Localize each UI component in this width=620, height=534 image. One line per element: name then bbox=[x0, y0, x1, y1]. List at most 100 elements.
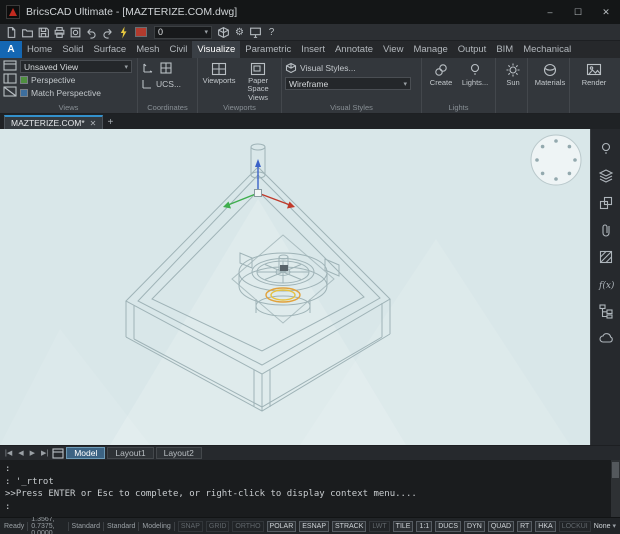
tab-annotate[interactable]: Annotate bbox=[330, 41, 378, 58]
close-icon[interactable]: ✕ bbox=[90, 119, 97, 128]
status-annotation-scale[interactable]: Standard bbox=[107, 523, 135, 530]
status-toggle[interactable]: LOCKUI bbox=[558, 520, 591, 532]
tab-mesh[interactable]: Mesh bbox=[131, 41, 164, 58]
viewport-watermark bbox=[0, 199, 570, 445]
tab-visualize[interactable]: Visualize bbox=[192, 41, 241, 58]
tab-civil[interactable]: Civil bbox=[164, 41, 192, 58]
perspective-toggle[interactable]: Perspective bbox=[20, 74, 132, 86]
status-coordinates[interactable]: 1.3567, 0.7375, 0.0000 bbox=[31, 516, 64, 534]
color-swatch[interactable] bbox=[135, 27, 147, 37]
main-area: f(x) bbox=[0, 129, 620, 445]
hatch-icon[interactable] bbox=[598, 249, 614, 265]
group-label-coordinates: Coordinates bbox=[147, 103, 188, 112]
minimize-button[interactable]: – bbox=[536, 0, 564, 24]
view-select[interactable]: Unsaved View ▾ bbox=[20, 60, 132, 73]
status-toggle[interactable]: ORTHO bbox=[232, 520, 264, 532]
ucs-world-icon[interactable] bbox=[141, 61, 155, 75]
document-tab-active[interactable]: MAZTERIZE.COM* ✕ bbox=[4, 115, 104, 129]
layout-list-icon[interactable] bbox=[52, 447, 64, 459]
layout-tab-layout1[interactable]: Layout1 bbox=[107, 447, 154, 459]
close-button[interactable]: ✕ bbox=[592, 0, 620, 24]
command-input-line[interactable]: : bbox=[5, 501, 606, 514]
new-document-tab-button[interactable]: + bbox=[103, 116, 117, 129]
status-toggle[interactable]: LWT bbox=[369, 520, 390, 532]
cube-icon[interactable] bbox=[217, 26, 230, 39]
paperclip-icon[interactable] bbox=[598, 222, 614, 238]
lightning-icon[interactable] bbox=[117, 26, 130, 39]
match-perspective-toggle[interactable]: Match Perspective bbox=[20, 87, 132, 99]
first-layout-button[interactable]: |◀ bbox=[3, 449, 14, 457]
model-viewport[interactable] bbox=[0, 129, 590, 445]
maximize-button[interactable]: ☐ bbox=[564, 0, 592, 24]
status-workspace[interactable]: Modeling bbox=[142, 523, 170, 530]
navigation-wheel[interactable] bbox=[530, 134, 582, 186]
status-toggle[interactable]: 1:1 bbox=[416, 520, 433, 532]
lights-button[interactable]: Lights... bbox=[457, 60, 493, 87]
viewports-button[interactable]: Viewports bbox=[201, 60, 237, 102]
layout-tab-model[interactable]: Model bbox=[66, 447, 106, 459]
status-toggle[interactable]: ESNAP bbox=[299, 520, 329, 532]
paper-space-views-button[interactable]: Paper Space Views bbox=[237, 60, 279, 102]
ucs-face-icon[interactable] bbox=[159, 61, 173, 75]
layout-tab-layout2[interactable]: Layout2 bbox=[155, 447, 202, 459]
save-icon[interactable] bbox=[37, 26, 50, 39]
tab-solid[interactable]: Solid bbox=[57, 41, 88, 58]
layer-select[interactable]: 0 ▾ bbox=[154, 25, 212, 39]
ucs-button[interactable]: UCS... bbox=[141, 78, 195, 90]
application-button[interactable]: A bbox=[0, 41, 22, 58]
materials-icon bbox=[543, 63, 557, 77]
status-toggle[interactable]: POLAR bbox=[266, 520, 297, 532]
status-toggle[interactable]: DYN bbox=[464, 520, 485, 532]
monitor-icon[interactable] bbox=[249, 26, 262, 39]
tab-mechanical[interactable]: Mechanical bbox=[518, 41, 576, 58]
lightbulb-icon[interactable] bbox=[598, 141, 614, 157]
last-layout-button[interactable]: ▶| bbox=[39, 449, 50, 457]
sun-button[interactable]: Sun bbox=[499, 60, 527, 87]
status-toggle[interactable]: TILE bbox=[392, 520, 414, 532]
previous-layout-button[interactable]: ◀ bbox=[16, 449, 25, 457]
hierarchy-icon[interactable] bbox=[598, 303, 614, 319]
tab-manage[interactable]: Manage bbox=[408, 41, 452, 58]
tab-parametric[interactable]: Parametric bbox=[240, 41, 296, 58]
status-toggle[interactable]: DUCS bbox=[435, 520, 462, 532]
render-button[interactable]: Render bbox=[573, 60, 615, 87]
separator bbox=[27, 521, 29, 531]
status-current-style[interactable]: Standard bbox=[72, 523, 100, 530]
tab-output[interactable]: Output bbox=[453, 41, 492, 58]
status-toggle[interactable]: RT bbox=[517, 520, 533, 532]
stack-icon[interactable] bbox=[598, 195, 614, 211]
settings-gear-icon[interactable]: ⚙ bbox=[233, 26, 246, 39]
help-icon[interactable]: ? bbox=[265, 26, 278, 39]
create-light-button[interactable]: Create bbox=[425, 60, 457, 87]
cloud-icon[interactable] bbox=[598, 330, 614, 346]
layers-icon[interactable] bbox=[598, 168, 614, 184]
tab-view[interactable]: View bbox=[378, 41, 408, 58]
command-line-panel[interactable]: : : '_rtrot >>Press ENTER or Esc to comp… bbox=[0, 460, 620, 517]
status-toggle[interactable]: STRACK bbox=[332, 520, 367, 532]
next-layout-button[interactable]: ▶ bbox=[28, 449, 37, 457]
print-icon[interactable] bbox=[53, 26, 66, 39]
tab-bim[interactable]: BIM bbox=[491, 41, 518, 58]
view-iso-icon[interactable] bbox=[3, 86, 17, 98]
redo-icon[interactable] bbox=[101, 26, 114, 39]
view-top-icon[interactable] bbox=[3, 60, 17, 72]
new-document-icon[interactable] bbox=[5, 26, 18, 39]
visual-style-select[interactable]: Wireframe ▾ bbox=[285, 77, 411, 90]
open-folder-icon[interactable] bbox=[21, 26, 34, 39]
status-toggle[interactable]: GRID bbox=[205, 520, 230, 532]
selection-mode-select[interactable]: None ▾ bbox=[594, 522, 616, 531]
print-preview-icon[interactable] bbox=[69, 26, 82, 39]
tab-surface[interactable]: Surface bbox=[88, 41, 131, 58]
materials-button[interactable]: Materials bbox=[531, 60, 569, 87]
command-scrollbar[interactable] bbox=[611, 460, 620, 517]
status-toggle[interactable]: HKA bbox=[535, 520, 556, 532]
status-toggle[interactable]: SNAP bbox=[177, 520, 203, 532]
undo-icon[interactable] bbox=[85, 26, 98, 39]
visual-styles-button[interactable]: Visual Styles... bbox=[285, 62, 419, 74]
tab-insert[interactable]: Insert bbox=[296, 41, 330, 58]
function-icon[interactable]: f(x) bbox=[598, 276, 614, 292]
command-scrollbar-thumb[interactable] bbox=[612, 462, 619, 478]
view-front-icon[interactable] bbox=[3, 73, 17, 85]
tab-home[interactable]: Home bbox=[22, 41, 57, 58]
status-toggle[interactable]: QUAD bbox=[487, 520, 515, 532]
